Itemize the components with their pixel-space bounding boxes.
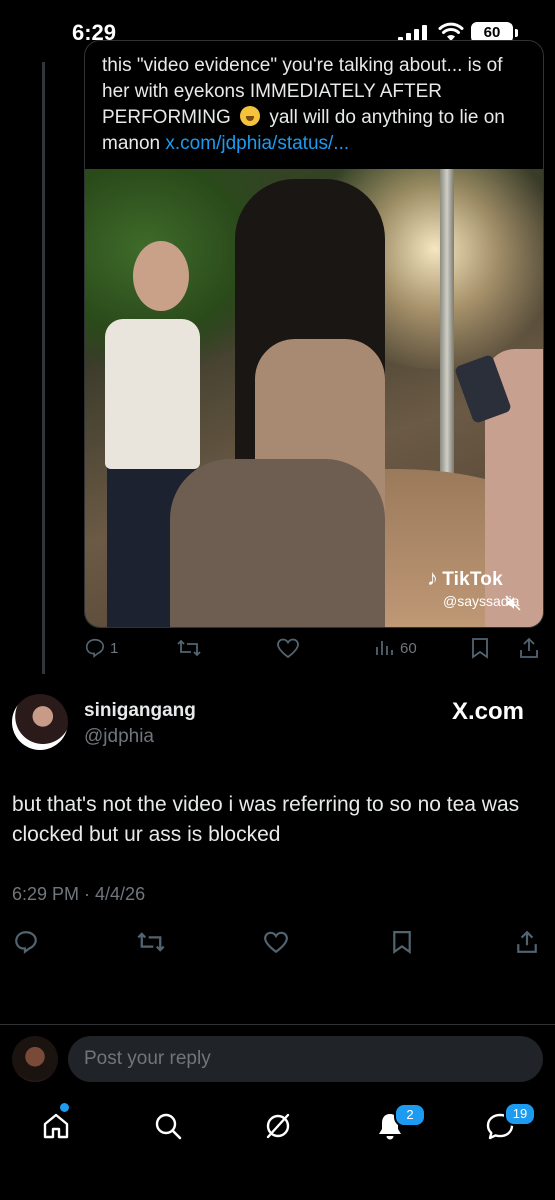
- reply-icon[interactable]: [13, 929, 39, 955]
- grok-icon[interactable]: [262, 1110, 294, 1142]
- thread-line: [42, 62, 45, 674]
- source-badge: X.com: [452, 698, 525, 725]
- user-handle[interactable]: @jdphia: [84, 726, 154, 748]
- reply-input[interactable]: Post your reply: [68, 1036, 543, 1082]
- yawning-face-emoji-icon: [240, 106, 261, 126]
- quoted-tweet-text: this "video evidence" you're talking abo…: [102, 53, 532, 157]
- quoted-views-count: 60: [400, 640, 417, 657]
- bookmark-icon[interactable]: [391, 929, 413, 955]
- battery-level: 60: [483, 24, 501, 41]
- video-scene-person: [105, 319, 200, 469]
- retweet-icon[interactable]: [136, 929, 166, 955]
- quoted-bookmark-button[interactable]: [470, 637, 490, 661]
- quoted-tweet-card[interactable]: this "video evidence" you're talking abo…: [84, 40, 544, 628]
- quoted-reply-count: 1: [110, 640, 119, 657]
- tiktok-logo-icon: ♪: [427, 565, 439, 590]
- quoted-reply-button[interactable]: [84, 637, 106, 661]
- bookmark-icon: [472, 638, 488, 659]
- quoted-share-button[interactable]: [518, 637, 540, 661]
- quoted-views-button[interactable]: [374, 637, 394, 661]
- quoted-like-button[interactable]: [276, 637, 300, 661]
- home-icon[interactable]: [40, 1110, 72, 1142]
- reply-icon: [85, 638, 105, 658]
- battery-nub: [515, 29, 518, 37]
- tweet-timestamp[interactable]: 6:29 PM · 4/4/26: [12, 884, 145, 905]
- search-icon[interactable]: [152, 1110, 184, 1142]
- home-unread-dot: [60, 1103, 69, 1112]
- display-name[interactable]: sinigangang: [84, 700, 196, 722]
- heart-icon: [277, 638, 299, 659]
- reply-placeholder: Post your reply: [84, 1048, 211, 1069]
- avatar[interactable]: [12, 694, 68, 750]
- heart-icon[interactable]: [263, 929, 289, 955]
- notifications-badge: 2: [394, 1103, 426, 1127]
- views-icon: [376, 641, 393, 655]
- tweet-text: but that's not the video i was referring…: [12, 793, 520, 846]
- quoted-tweet-link[interactable]: x.com/jdphia/status/...: [165, 133, 349, 154]
- messages-badge: 19: [504, 1102, 536, 1126]
- share-icon: [520, 637, 538, 658]
- retweet-icon: [177, 639, 201, 657]
- video-scene-bag: [170, 459, 385, 627]
- quoted-retweet-button[interactable]: [176, 637, 202, 661]
- share-icon[interactable]: [515, 929, 539, 955]
- divider: [0, 1024, 555, 1025]
- tiktok-watermark: ♪ TikTok: [427, 565, 503, 591]
- video-thumbnail[interactable]: ♪ TikTok @sayssadia: [85, 169, 543, 627]
- tiktok-watermark-label: TikTok: [442, 569, 503, 590]
- video-scene-person: [133, 241, 189, 311]
- mute-icon[interactable]: [505, 595, 521, 611]
- my-avatar[interactable]: [12, 1036, 58, 1082]
